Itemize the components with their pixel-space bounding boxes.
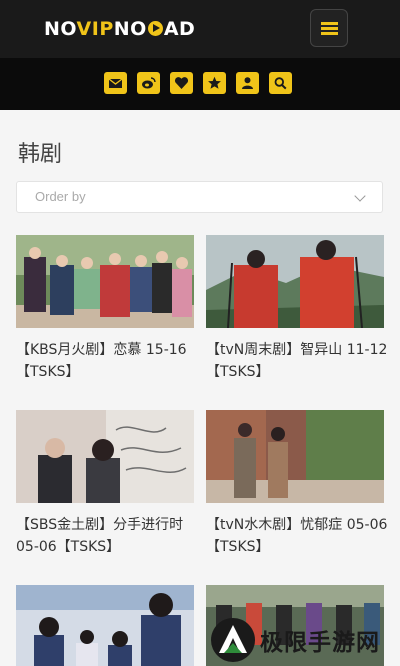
- hamburger-icon: [321, 22, 338, 35]
- heart-icon[interactable]: [170, 72, 193, 94]
- social-icon-bar: [0, 58, 400, 110]
- video-thumbnail[interactable]: [16, 235, 194, 328]
- video-title[interactable]: 【SBS金土剧】分手进行时 05-06【TSKS】: [16, 514, 198, 558]
- logo-part-2: VIP: [76, 18, 114, 40]
- video-card[interactable]: 【tvN周末剧】智异山 11-12【TSKS】: [206, 235, 387, 385]
- chevron-down-icon: [354, 190, 366, 202]
- watermark-text: 极限手游网: [260, 629, 380, 656]
- video-card[interactable]: 【KBS月火剧】恋慕 15-16【TSKS】: [16, 235, 194, 385]
- section-title: 韩剧: [18, 142, 63, 167]
- video-thumbnail[interactable]: [206, 410, 384, 503]
- video-card[interactable]: [16, 585, 194, 666]
- video-thumbnail[interactable]: [16, 585, 194, 666]
- order-by-placeholder: Order by: [35, 189, 86, 204]
- top-navbar: NOVIPNO AD: [0, 0, 400, 58]
- watermark-logo-icon: [211, 618, 255, 662]
- video-title[interactable]: 【KBS月火剧】恋慕 15-16【TSKS】: [16, 339, 198, 383]
- video-title[interactable]: 【tvN水木剧】忧郁症 05-06【TSKS】: [206, 514, 388, 558]
- logo-part-4: A: [163, 18, 180, 40]
- video-title[interactable]: 【tvN周末剧】智异山 11-12【TSKS】: [206, 339, 388, 383]
- video-card[interactable]: 【tvN水木剧】忧郁症 05-06【TSKS】: [206, 410, 387, 560]
- video-thumbnail[interactable]: [206, 235, 384, 328]
- menu-toggle-button[interactable]: [310, 9, 348, 47]
- logo-part-5: D: [179, 18, 196, 40]
- play-icon: [147, 21, 163, 36]
- user-icon[interactable]: [236, 72, 259, 94]
- order-by-select[interactable]: Order by: [16, 181, 383, 213]
- star-icon[interactable]: [203, 72, 226, 94]
- logo-part-3: NO: [113, 18, 147, 40]
- logo-part-1: NO: [44, 18, 77, 40]
- envelope-icon[interactable]: [104, 72, 127, 94]
- watermark: 极限手游网: [210, 615, 400, 666]
- weibo-icon[interactable]: [137, 72, 160, 94]
- search-icon[interactable]: [269, 72, 292, 94]
- site-logo[interactable]: NOVIPNO AD: [44, 15, 195, 43]
- video-thumbnail[interactable]: [16, 410, 194, 503]
- video-card[interactable]: 【SBS金土剧】分手进行时 05-06【TSKS】: [16, 410, 194, 560]
